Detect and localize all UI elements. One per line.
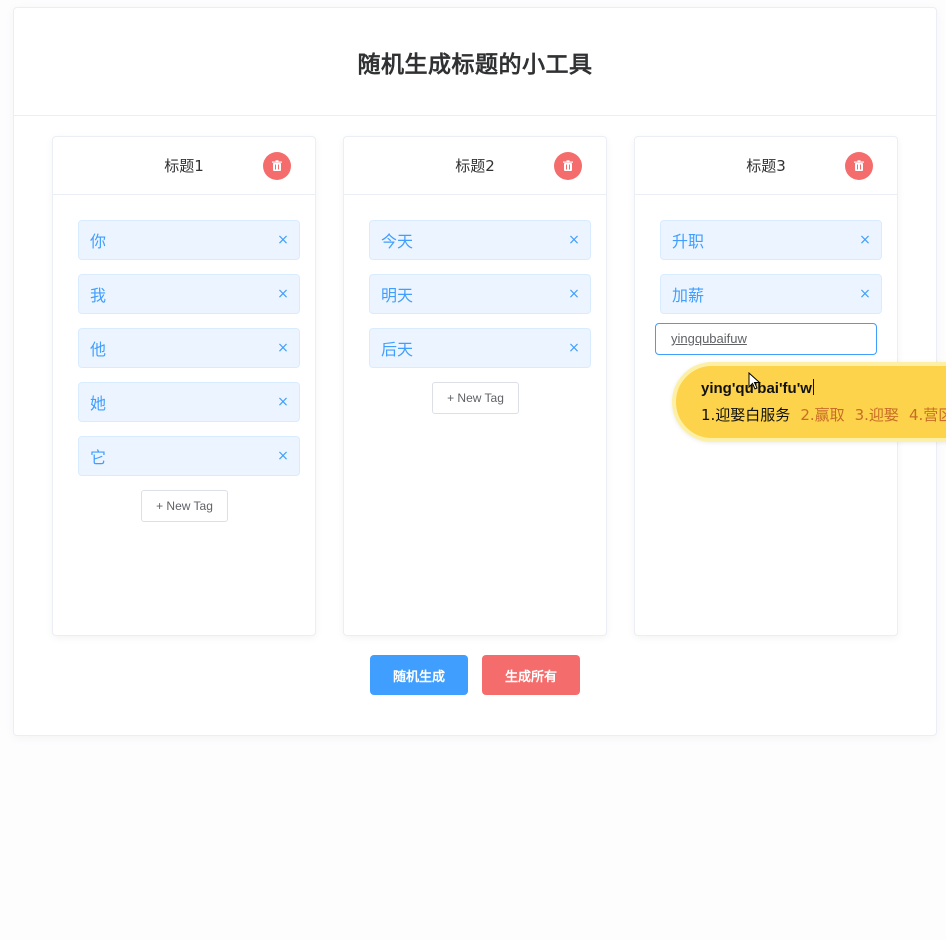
page-title: 随机生成标题的小工具 [357, 51, 593, 78]
trash-icon [563, 160, 573, 171]
generate-all-button[interactable]: 生成所有 [482, 655, 580, 695]
trash-icon [854, 160, 864, 171]
tag-label: 你 [90, 232, 107, 251]
ime-candidate-popup: ying'qu'bai'fu'w 1.迎娶白服务 2.赢取 3.迎娶 4.营区 [672, 362, 946, 442]
close-icon[interactable]: × [566, 286, 582, 302]
ime-candidate[interactable]: 1.迎娶白服务 [701, 404, 790, 425]
app-header: 随机生成标题的小工具 [14, 8, 936, 116]
ime-candidate[interactable]: 2.赢取 [800, 404, 844, 425]
close-icon[interactable]: × [566, 340, 582, 356]
tag: 你 × [78, 220, 300, 260]
delete-column-button[interactable] [554, 152, 582, 180]
column-title: 标题2 [455, 157, 495, 175]
random-generate-button[interactable]: 随机生成 [370, 655, 468, 695]
ime-candidates: 1.迎娶白服务 2.赢取 3.迎娶 4.营区 [701, 404, 946, 425]
tag: 今天 × [369, 220, 591, 260]
ime-composition-text: ying'qu'bai'fu'w [701, 380, 812, 397]
tag-label: 明天 [381, 286, 414, 305]
tag: 它 × [78, 436, 300, 476]
ime-candidate[interactable]: 4.营区 [909, 404, 946, 425]
tag-label: 加薪 [672, 286, 705, 305]
tag: 明天 × [369, 274, 591, 314]
delete-column-button[interactable] [263, 152, 291, 180]
title-column-1: 标题1 你 × 我 × 他 × 她 × 它 × + New Tag [52, 136, 316, 636]
close-icon[interactable]: × [566, 232, 582, 248]
tag-list: 今天 × 明天 × 后天 × + New Tag [344, 195, 606, 414]
action-bar: 随机生成 生成所有 [14, 655, 936, 695]
close-icon[interactable]: × [275, 340, 291, 356]
tag-label: 今天 [381, 232, 414, 251]
close-icon[interactable]: × [857, 286, 873, 302]
trash-icon [272, 160, 282, 171]
tag-list: 升职 × 加薪 × [635, 195, 897, 314]
tag-label: 我 [90, 286, 107, 305]
column-header: 标题2 [344, 137, 606, 195]
close-icon[interactable]: × [275, 448, 291, 464]
tag-label: 后天 [381, 340, 414, 359]
column-title: 标题1 [164, 157, 204, 175]
tag: 他 × [78, 328, 300, 368]
ime-composition: ying'qu'bai'fu'w [701, 379, 814, 397]
tag: 升职 × [660, 220, 882, 260]
text-caret [812, 379, 814, 395]
tag: 她 × [78, 382, 300, 422]
tag: 后天 × [369, 328, 591, 368]
tag-list: 你 × 我 × 他 × 她 × 它 × + New Tag [53, 195, 315, 522]
close-icon[interactable]: × [275, 286, 291, 302]
tag-label: 她 [90, 394, 107, 413]
column-header: 标题3 [635, 137, 897, 195]
tag: 我 × [78, 274, 300, 314]
close-icon[interactable]: × [857, 232, 873, 248]
new-tag-button[interactable]: + New Tag [141, 490, 228, 522]
column-header: 标题1 [53, 137, 315, 195]
close-icon[interactable]: × [275, 232, 291, 248]
tag: 加薪 × [660, 274, 882, 314]
delete-column-button[interactable] [845, 152, 873, 180]
tag-label: 它 [90, 448, 107, 467]
new-tag-button[interactable]: + New Tag [432, 382, 519, 414]
column-title: 标题3 [746, 157, 786, 175]
tag-label: 他 [90, 340, 107, 359]
new-tag-input[interactable] [655, 323, 877, 355]
title-column-2: 标题2 今天 × 明天 × 后天 × + New Tag [343, 136, 607, 636]
close-icon[interactable]: × [275, 394, 291, 410]
tag-label: 升职 [672, 232, 705, 251]
ime-candidate[interactable]: 3.迎娶 [855, 404, 899, 425]
